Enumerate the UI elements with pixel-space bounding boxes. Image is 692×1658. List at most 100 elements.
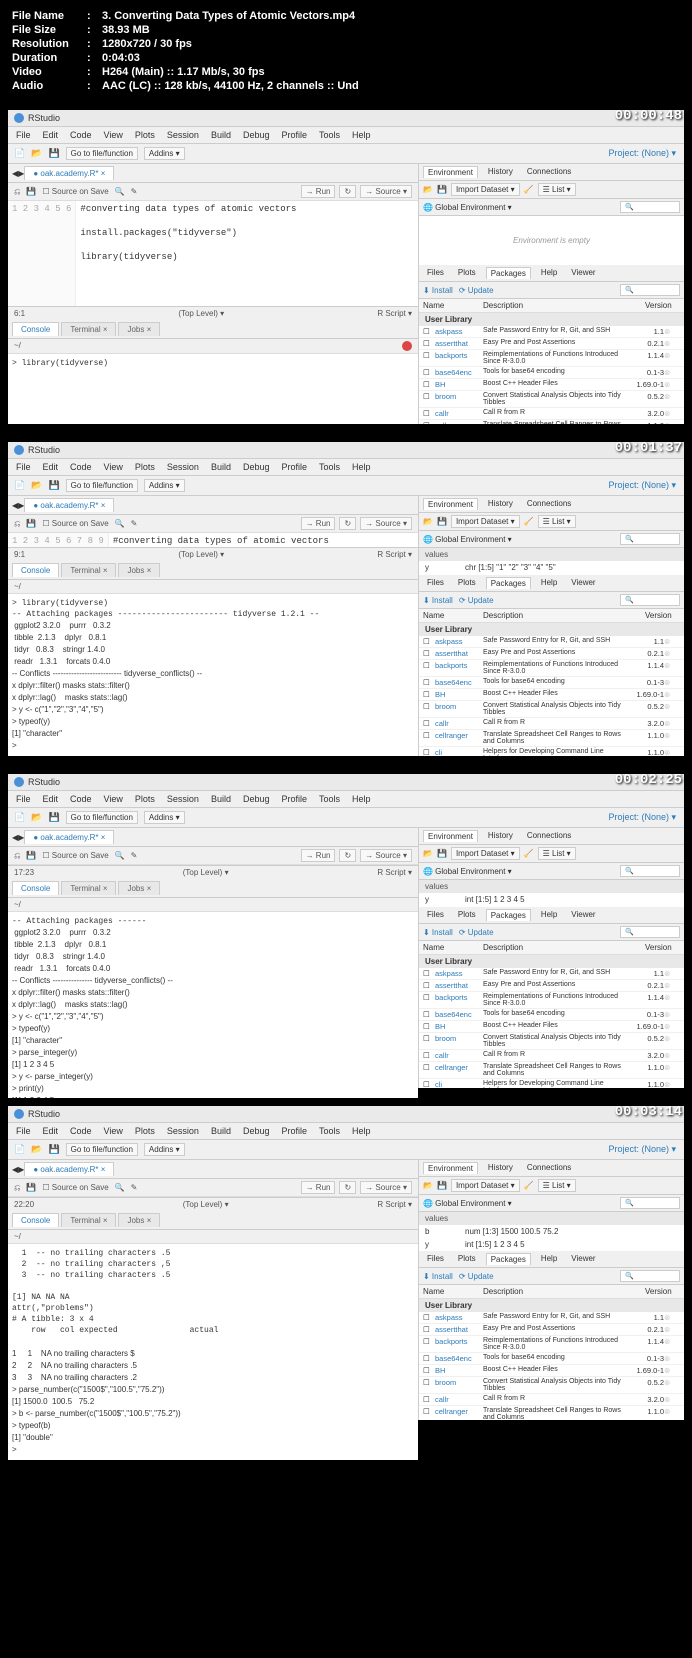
tab-history[interactable]: History (484, 1162, 517, 1174)
menu-session[interactable]: Session (167, 130, 199, 140)
package-row[interactable]: ☐askpassSafe Password Entry for R, Git, … (419, 636, 684, 648)
menu-session[interactable]: Session (167, 794, 199, 804)
package-checkbox[interactable]: ☐ (423, 1313, 435, 1322)
source-on-save-checkbox[interactable]: ☐ Source on Save (42, 519, 108, 528)
source-on-save-checkbox[interactable]: ☐ Source on Save (42, 1183, 108, 1192)
package-name[interactable]: backports (435, 993, 483, 1002)
window-titlebar[interactable]: RStudio (8, 774, 684, 791)
project-selector[interactable]: Project: (None) ▾ (608, 812, 676, 823)
tab-plots[interactable]: Plots (454, 909, 480, 921)
package-row[interactable]: ☐broomConvert Statistical Analysis Objec… (419, 701, 684, 718)
tab-files[interactable]: Files (423, 267, 448, 279)
package-list[interactable]: ☐askpassSafe Password Entry for R, Git, … (419, 1312, 684, 1420)
package-name[interactable]: base64enc (435, 678, 483, 687)
package-checkbox[interactable]: ☐ (423, 637, 435, 646)
goto-file-input[interactable]: Go to file/function (66, 147, 138, 160)
package-checkbox[interactable]: ☐ (423, 993, 435, 1002)
package-checkbox[interactable]: ☐ (423, 392, 435, 401)
env-search-input[interactable]: 🔍 (620, 1197, 680, 1209)
package-search-input[interactable]: 🔍 (620, 926, 680, 938)
package-remove-icon[interactable]: ⊗ (664, 380, 680, 389)
menu-help[interactable]: Help (352, 794, 371, 804)
env-variable-row[interactable]: ychr [1:5] "1" "2" "3" "4" "5" (419, 561, 684, 574)
package-name[interactable]: broom (435, 1378, 483, 1387)
new-file-icon[interactable]: 📄 (14, 1144, 25, 1155)
find-icon[interactable]: 🔍 (115, 851, 125, 860)
show-icon[interactable]: ⎌ (14, 1183, 20, 1193)
package-remove-icon[interactable]: ⊗ (664, 1325, 680, 1334)
save-env-icon[interactable]: 💾 (437, 1181, 447, 1190)
package-name[interactable]: askpass (435, 637, 483, 646)
package-remove-icon[interactable]: ⊗ (664, 637, 680, 646)
tab-help[interactable]: Help (537, 267, 561, 279)
package-name[interactable]: askpass (435, 327, 483, 336)
source-button[interactable]: → Source ▾ (360, 849, 412, 862)
package-row[interactable]: ☐cliHelpers for Developing Command Line … (419, 747, 684, 756)
package-checkbox[interactable]: ☐ (423, 981, 435, 990)
menu-view[interactable]: View (104, 794, 123, 804)
package-checkbox[interactable]: ☐ (423, 368, 435, 377)
run-button[interactable]: → Run (301, 185, 336, 198)
package-row[interactable]: ☐base64encTools for base64 encoding0.1-3… (419, 1353, 684, 1365)
menu-plots[interactable]: Plots (135, 462, 155, 472)
package-checkbox[interactable]: ☐ (423, 421, 435, 424)
menu-tools[interactable]: Tools (319, 1126, 340, 1136)
package-name[interactable]: askpass (435, 1313, 483, 1322)
menu-help[interactable]: Help (352, 130, 371, 140)
tab-viewer[interactable]: Viewer (567, 267, 599, 279)
tab-help[interactable]: Help (537, 577, 561, 589)
jobs-tab[interactable]: Jobs × (118, 563, 160, 577)
package-row[interactable]: ☐backportsReimplementations of Functions… (419, 350, 684, 367)
menu-build[interactable]: Build (211, 1126, 231, 1136)
console-output[interactable]: > library(tidyverse) -- Attaching packag… (8, 594, 418, 756)
package-remove-icon[interactable]: ⊗ (664, 409, 680, 418)
jobs-tab[interactable]: Jobs × (118, 1213, 160, 1227)
menu-debug[interactable]: Debug (243, 130, 270, 140)
package-name[interactable]: cellranger (435, 1063, 483, 1072)
scope-selector[interactable]: (Top Level) ▾ (183, 1200, 229, 1209)
open-file-icon[interactable]: 📂 (31, 480, 42, 491)
rerun-icon[interactable]: ↻ (339, 849, 356, 862)
menu-tools[interactable]: Tools (319, 130, 340, 140)
install-button[interactable]: ⬇ Install (423, 928, 453, 937)
package-checkbox[interactable]: ☐ (423, 661, 435, 670)
package-remove-icon[interactable]: ⊗ (664, 1395, 680, 1404)
package-remove-icon[interactable]: ⊗ (664, 392, 680, 401)
package-remove-icon[interactable]: ⊗ (664, 1378, 680, 1387)
install-button[interactable]: ⬇ Install (423, 596, 453, 605)
env-search-input[interactable]: 🔍 (620, 533, 680, 545)
save-file-icon[interactable]: 💾 (26, 1183, 36, 1192)
menu-code[interactable]: Code (70, 462, 92, 472)
save-file-icon[interactable]: 💾 (26, 187, 36, 196)
tab-help[interactable]: Help (537, 909, 561, 921)
tab-packages[interactable]: Packages (486, 1253, 531, 1265)
tab-environment[interactable]: Environment (423, 830, 478, 842)
package-row[interactable]: ☐backportsReimplementations of Functions… (419, 660, 684, 677)
import-dataset-button[interactable]: Import Dataset ▾ (451, 847, 520, 860)
rerun-icon[interactable]: ↻ (339, 185, 356, 198)
tab-environment[interactable]: Environment (423, 1162, 478, 1174)
tab-packages[interactable]: Packages (486, 577, 531, 589)
save-env-icon[interactable]: 💾 (437, 849, 447, 858)
package-row[interactable]: ☐backportsReimplementations of Functions… (419, 992, 684, 1009)
package-row[interactable]: ☐cellrangerTranslate Spreadsheet Cell Ra… (419, 730, 684, 747)
package-row[interactable]: ☐broomConvert Statistical Analysis Objec… (419, 1033, 684, 1050)
update-button[interactable]: ⟳ Update (459, 1272, 494, 1281)
menu-code[interactable]: Code (70, 1126, 92, 1136)
package-remove-icon[interactable]: ⊗ (664, 678, 680, 687)
menu-file[interactable]: File (16, 462, 31, 472)
broom-icon[interactable]: 🧹 (524, 849, 534, 858)
wand-icon[interactable]: ✎ (131, 1183, 138, 1192)
env-search-input[interactable]: 🔍 (620, 201, 680, 213)
package-checkbox[interactable]: ☐ (423, 339, 435, 348)
package-list[interactable]: ☐askpassSafe Password Entry for R, Git, … (419, 968, 684, 1088)
tab-files[interactable]: Files (423, 909, 448, 921)
menu-file[interactable]: File (16, 130, 31, 140)
package-name[interactable]: BH (435, 690, 483, 699)
global-env-selector[interactable]: 🌐 Global Environment ▾ (423, 1199, 512, 1208)
source-button[interactable]: → Source ▾ (360, 517, 412, 530)
tab-files[interactable]: Files (423, 577, 448, 589)
source-file-tab[interactable]: ● oak.academy.R* × (24, 1162, 114, 1176)
package-row[interactable]: ☐callrCall R from R3.2.0⊗ (419, 408, 684, 420)
goto-file-input[interactable]: Go to file/function (66, 1143, 138, 1156)
